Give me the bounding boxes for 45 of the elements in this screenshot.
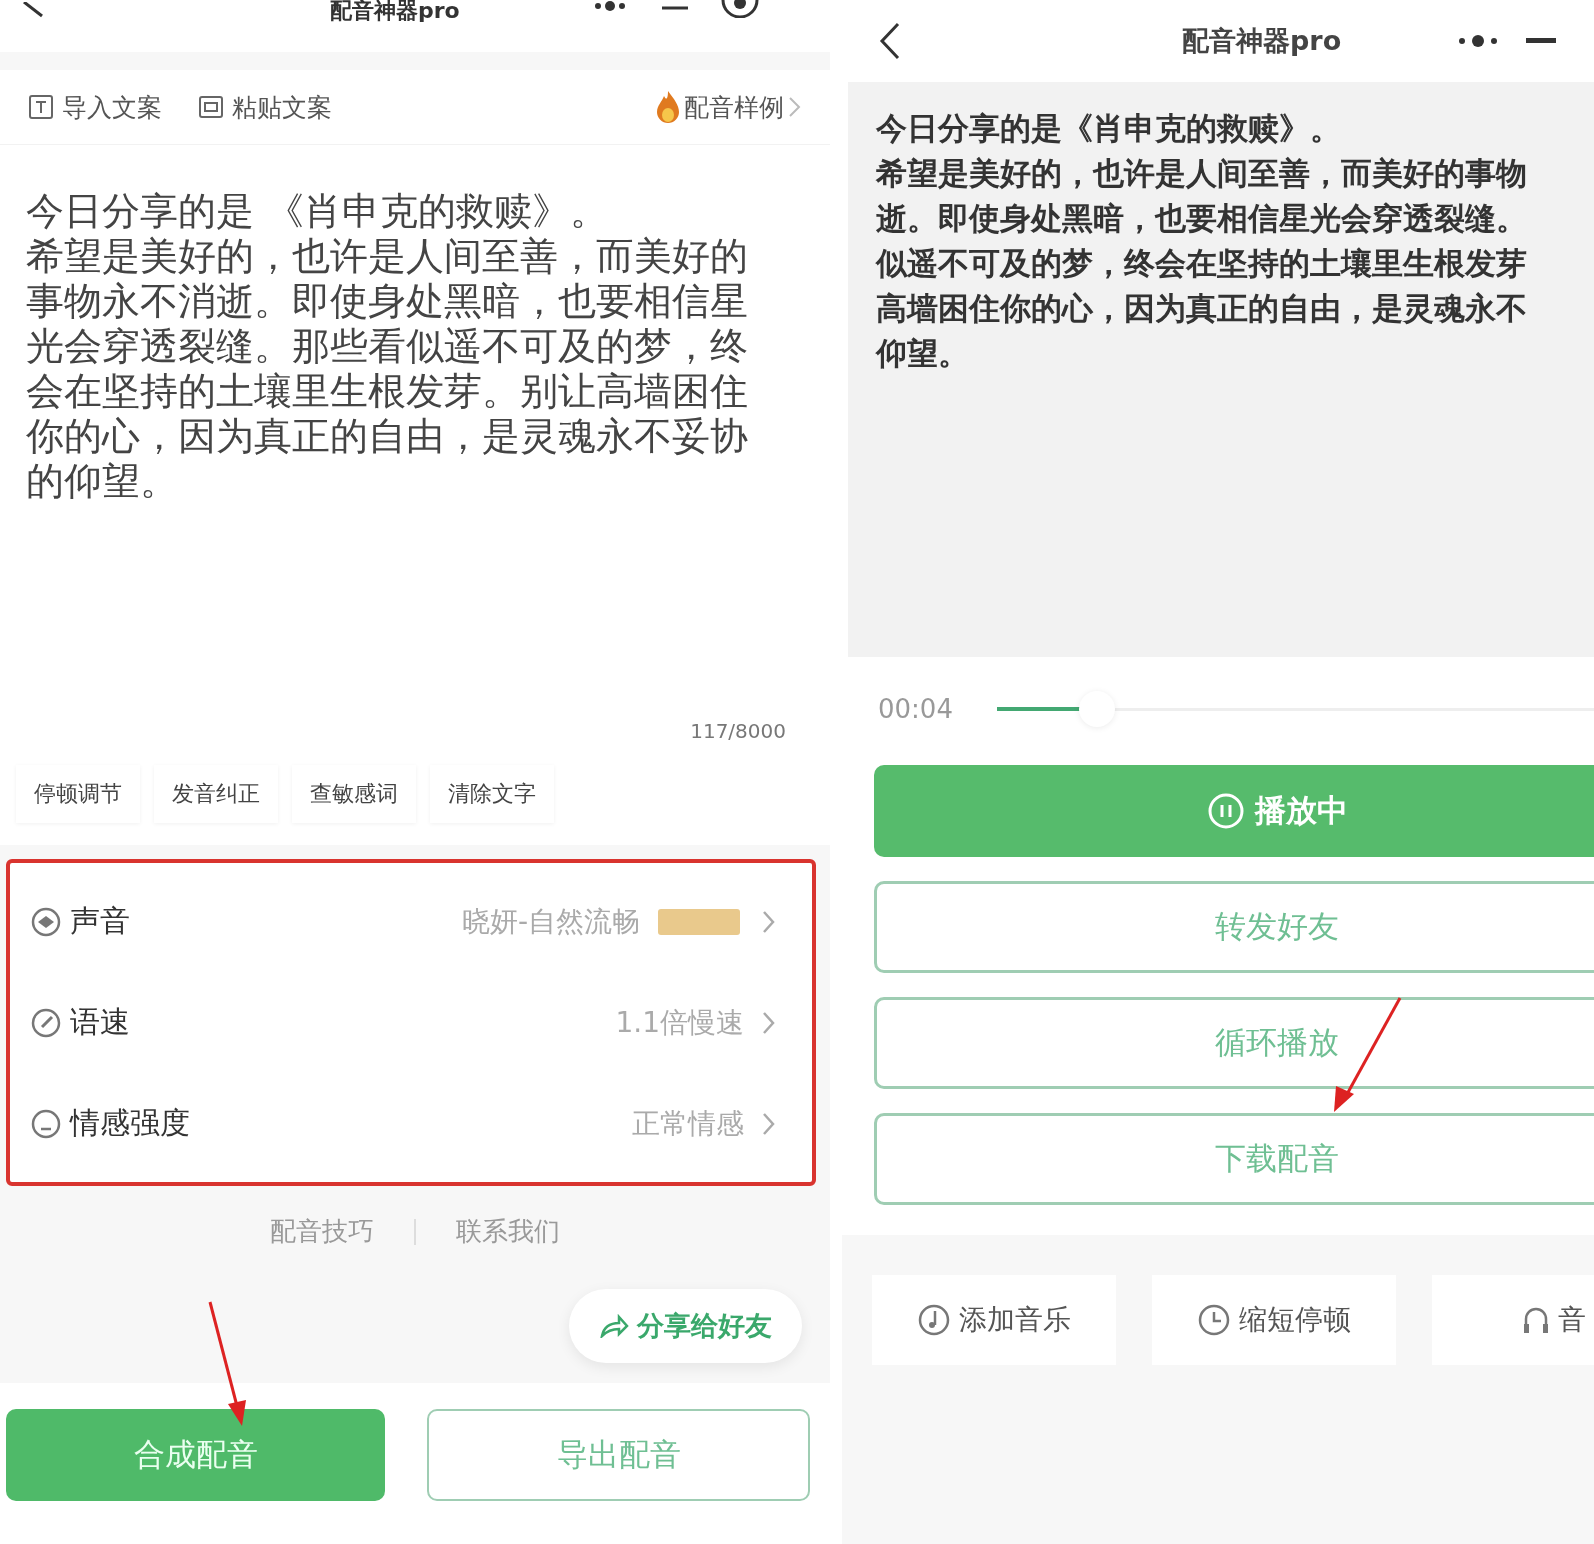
setting-value: 1.1倍慢速 (615, 1004, 744, 1041)
fire-icon (656, 90, 680, 124)
setting-label: 声音 (70, 902, 130, 940)
add-music-button[interactable]: 添加音乐 (872, 1275, 1116, 1365)
pause-icon (1206, 792, 1245, 830)
shorten-pause-button[interactable]: 缩短停顿 (1152, 1275, 1396, 1365)
setting-row[interactable]: 情感强度 正常情感 (10, 1073, 812, 1174)
text-icon (28, 94, 54, 120)
tool-chip[interactable]: 查敏感词 (292, 765, 416, 823)
script-line: 似遥不可及的梦，终会在坚持的土壤里生根发芽 (876, 244, 1528, 283)
tool-chip[interactable]: 停顿调节 (16, 765, 140, 823)
face-icon (30, 1107, 62, 1140)
voice-icon (30, 905, 62, 938)
import-button[interactable]: 导入文案 (28, 90, 162, 124)
setting-row[interactable]: 声音 晓妍-自然流畅 (10, 871, 812, 972)
clipboard-icon (198, 94, 224, 120)
tool-chip[interactable]: 清除文字 (430, 765, 554, 823)
music-icon (917, 1303, 951, 1337)
script-line: 今日分享的是《肖申克的救赎》。 (876, 109, 1342, 148)
setting-value: 晓妍-自然流畅 (461, 903, 640, 940)
playback-time: 00:04 (878, 694, 953, 724)
script-line: 高墙困住你的心，因为真正的自由，是灵魂永不 (876, 289, 1528, 328)
sample-link[interactable]: 配音样例 (656, 90, 802, 124)
script-line: 希望是美好的，也许是人间至善，而美好的事物 (876, 154, 1528, 193)
volume-button[interactable]: 音 (1432, 1275, 1594, 1365)
script-text: 希望是美好的，也许是人间至善，而美好的事物永不消逝。即使身处黑暗，也要相信星光会穿透裂缝。那些看似遥不可及的梦，终会在坚持的土壤里生根发芽。别让高墙困住你的心，因为真正的自由，是灵魂永不妥协的仰望。 (26, 234, 749, 504)
gauge-icon (30, 1006, 62, 1039)
script-line: 逝。即使身处黑暗，也要相信星光会穿透裂缝。 (876, 199, 1528, 238)
close-icon[interactable] (719, 0, 760, 18)
chevron-icon (788, 95, 802, 119)
setting-label: 情感强度 (70, 1104, 190, 1142)
setting-label: 语速 (70, 1003, 130, 1041)
app-title: 配音神器pro (1182, 24, 1342, 58)
script-line: 仰望。 (876, 334, 970, 373)
slider-thumb[interactable] (1078, 691, 1115, 727)
character-counter: 117/8000 (690, 719, 787, 743)
progress-slider[interactable] (996, 691, 1594, 727)
minimize-icon[interactable] (1526, 38, 1557, 44)
share-icon (599, 1314, 629, 1338)
setting-row[interactable]: 语速 1.1倍慢速 (10, 972, 812, 1073)
clock-icon (1197, 1303, 1231, 1337)
tool-chip[interactable]: 发音纠正 (154, 765, 278, 823)
setting-value: 正常情感 (632, 1105, 744, 1142)
paste-button[interactable]: 粘贴文案 (198, 90, 332, 124)
script-first-line: 今日分享的是 《肖申克的救赎》。 (26, 189, 610, 234)
